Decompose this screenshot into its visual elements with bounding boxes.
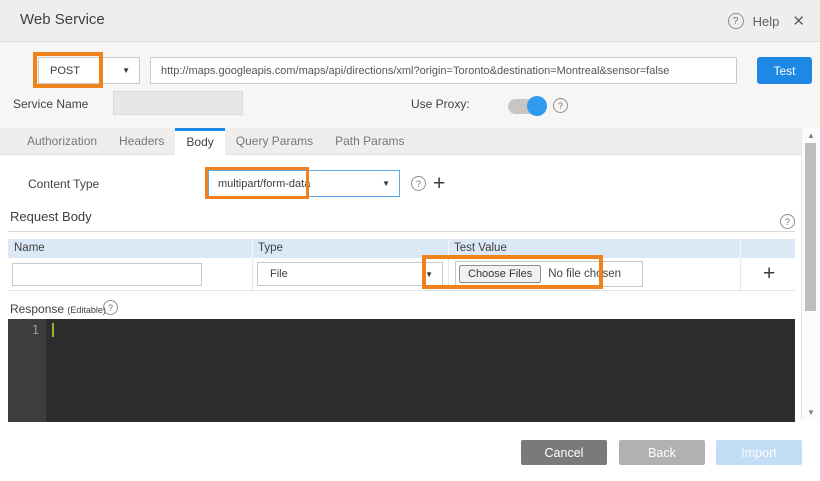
scroll-up-icon[interactable]: ▲ <box>802 131 820 140</box>
back-button[interactable]: Back <box>619 440 705 465</box>
request-body-title: Request Body <box>10 209 92 224</box>
response-help-icon[interactable]: ? <box>103 300 118 315</box>
tab-authorization[interactable]: Authorization <box>16 128 108 155</box>
url-input[interactable] <box>150 57 737 84</box>
column-header-test-value: Test Value <box>454 242 507 254</box>
import-button[interactable]: Import <box>716 440 802 465</box>
content-type-label: Content Type <box>28 177 99 191</box>
column-header-name: Name <box>14 242 45 254</box>
request-body-help-icon[interactable]: ? <box>780 214 795 229</box>
scroll-down-icon[interactable]: ▼ <box>802 408 820 417</box>
method-select-value: POST <box>50 65 80 77</box>
chevron-down-icon: ▼ <box>382 179 390 188</box>
divider <box>8 231 795 232</box>
add-row-icon[interactable]: + <box>763 263 775 284</box>
editor-gutter: 1 <box>8 319 46 422</box>
add-content-type-icon[interactable]: + <box>433 173 445 194</box>
web-service-dialog: Web Service ? Help ✕ POST ▼ Test Service… <box>0 0 820 481</box>
choose-files-button[interactable]: Choose Files <box>459 265 541 283</box>
tab-path-params[interactable]: Path Params <box>324 128 415 155</box>
param-type-value: File <box>270 268 288 280</box>
column-header-type: Type <box>258 242 283 254</box>
scrollbar-thumb[interactable] <box>805 143 816 311</box>
vertical-scrollbar[interactable]: ▲ ▼ <box>801 128 819 420</box>
content-type-value: multipart/form-data <box>218 178 310 190</box>
response-editable-hint: (Editable) <box>67 305 106 315</box>
response-editor[interactable]: 1 <box>8 319 795 422</box>
tab-headers[interactable]: Headers <box>108 128 175 155</box>
test-button[interactable]: Test <box>757 57 812 84</box>
tab-body[interactable]: Body <box>175 128 224 156</box>
editor-cursor <box>52 323 54 337</box>
content-type-help-icon[interactable]: ? <box>411 176 426 191</box>
file-status-text: No file chosen <box>548 268 621 280</box>
chevron-down-icon: ▼ <box>122 66 130 75</box>
help-icon[interactable]: ? <box>728 13 744 29</box>
header-actions: ? Help ✕ <box>728 12 805 30</box>
dialog-header: Web Service ? Help ✕ <box>0 0 820 42</box>
tab-bar: Authorization Headers Body Query Params … <box>0 128 801 155</box>
service-name-label: Service Name <box>13 97 88 111</box>
request-config-section: POST ▼ Test Service Name Use Proxy: <box>0 42 820 128</box>
toggle-knob <box>527 96 547 116</box>
file-input[interactable]: Choose Files No file chosen <box>455 261 643 287</box>
service-name-input <box>113 91 243 115</box>
close-icon[interactable]: ✕ <box>792 12 805 30</box>
page-title: Web Service <box>20 11 105 28</box>
response-label: Response (Editable) <box>10 302 106 316</box>
method-select[interactable]: POST ▼ <box>38 57 140 84</box>
content-type-select[interactable]: multipart/form-data ▼ <box>208 170 400 197</box>
table-row: File ▼ Choose Files No file chosen + <box>8 258 795 291</box>
chevron-down-icon: ▼ <box>425 270 433 279</box>
cancel-button[interactable]: Cancel <box>521 440 607 465</box>
param-type-select[interactable]: File ▼ <box>257 262 443 286</box>
tab-query-params[interactable]: Query Params <box>225 128 324 155</box>
use-proxy-label: Use Proxy: <box>411 97 470 111</box>
help-link[interactable]: Help <box>753 14 780 29</box>
param-name-input[interactable] <box>12 263 202 286</box>
use-proxy-help-icon[interactable]: ? <box>553 98 568 113</box>
use-proxy-toggle[interactable] <box>508 96 547 116</box>
line-number: 1 <box>32 323 39 337</box>
params-table-header: Name Type Test Value <box>8 239 795 258</box>
